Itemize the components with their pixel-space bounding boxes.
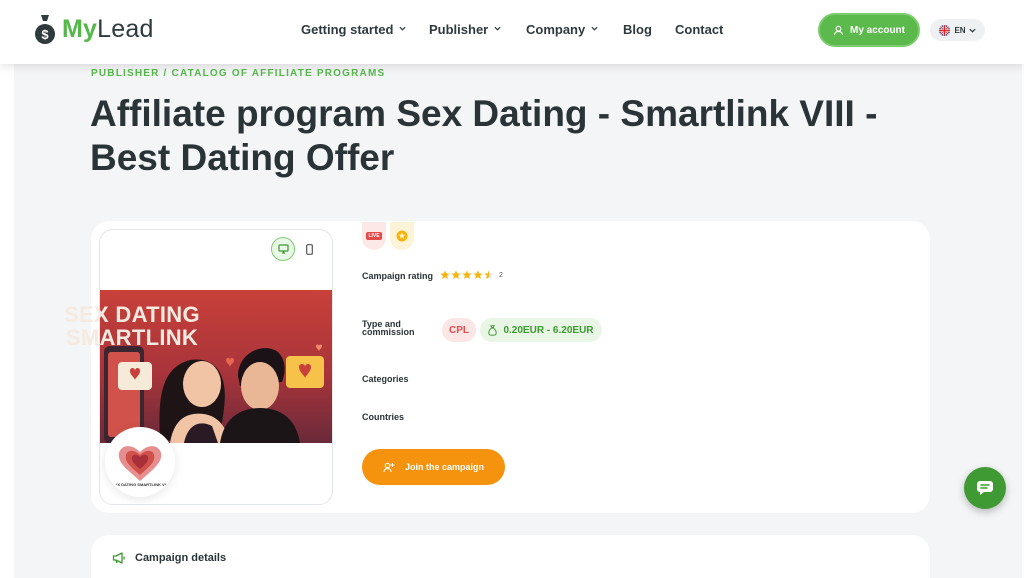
nav-item-blog[interactable]: Blog <box>623 22 652 37</box>
uk-flag-icon <box>939 24 951 36</box>
rating-count: 2 <box>499 272 503 279</box>
nav-label: Publisher <box>429 22 489 37</box>
mobile-device-toggle[interactable] <box>302 241 316 257</box>
live-label: LIVE <box>366 232 382 240</box>
chevron-down-icon <box>494 26 501 31</box>
money-bag-icon <box>488 324 498 336</box>
money-bag-icon: $ <box>34 13 56 45</box>
my-account-button[interactable]: My account <box>818 13 920 47</box>
breadcrumb[interactable]: PUBLISHER / CATALOG OF AFFILIATE PROGRAM… <box>91 68 385 79</box>
add-user-icon <box>383 462 395 472</box>
nav-label: Company <box>526 22 586 37</box>
type-commission-label-line2: commission <box>362 327 415 337</box>
campaign-details-title: Campaign details <box>135 552 227 564</box>
banner-text-line2: SMARTLINK <box>65 325 199 350</box>
chevron-down-icon <box>969 28 976 33</box>
logo-text-lead: Lead <box>97 15 154 43</box>
mylead-logo[interactable]: $ MyLead <box>34 13 154 45</box>
language-label: EN <box>954 25 966 35</box>
countries-label: Countries <box>362 412 405 422</box>
commission-badge: 0.20EUR - 6.20EUR <box>480 318 602 342</box>
nav-item-contact[interactable]: Contact <box>675 22 723 37</box>
star-icon <box>440 270 450 279</box>
nav-item-company[interactable]: Company <box>526 22 598 37</box>
star-icon <box>462 270 472 279</box>
nav-item-getting-started[interactable]: Getting started <box>301 22 407 37</box>
half-star-icon <box>484 270 494 279</box>
mobile-icon <box>305 243 313 255</box>
live-tag: LIVE <box>362 222 386 250</box>
site-header: $ MyLead Getting started Publisher Compa… <box>0 0 1024 64</box>
star-badge-icon <box>396 230 408 242</box>
chat-icon <box>977 481 993 495</box>
join-campaign-label: Join the campaign <box>404 462 484 472</box>
categories-label: Categories <box>362 374 409 384</box>
user-icon <box>833 25 844 35</box>
chevron-down-icon <box>591 26 598 31</box>
star-icon <box>473 270 483 279</box>
desktop-icon <box>277 244 289 254</box>
nav-label: Contact <box>675 22 724 37</box>
cpl-badge: CPL <box>442 318 476 342</box>
campaign-logo-caption: *X DATING SMARTLINK V* <box>115 482 167 487</box>
campaign-rating-stars <box>440 270 496 280</box>
logo-text-my: My <box>62 15 98 43</box>
chat-button[interactable] <box>964 467 1006 509</box>
star-icon <box>451 270 461 279</box>
desktop-device-toggle[interactable] <box>271 237 295 261</box>
language-selector[interactable]: EN <box>930 19 985 41</box>
chevron-down-icon <box>399 26 407 31</box>
campaign-rating-label: Campaign rating <box>362 271 434 281</box>
nav-label: Getting started <box>301 22 394 37</box>
megaphone-icon <box>112 552 125 564</box>
page-title: Affiliate program Sex Dating - Smartlink… <box>90 93 878 178</box>
nav-label: Blog <box>623 22 652 37</box>
join-campaign-button[interactable]: Join the campaign <box>362 449 505 485</box>
my-account-label: My account <box>849 24 905 36</box>
svg-text:$: $ <box>41 27 49 42</box>
banner-text-line1: SEX DATING <box>64 302 200 327</box>
nav-item-publisher[interactable]: Publisher <box>429 22 501 37</box>
commission-value: 0.20EUR - 6.20EUR <box>503 324 594 336</box>
featured-tag <box>390 222 414 250</box>
